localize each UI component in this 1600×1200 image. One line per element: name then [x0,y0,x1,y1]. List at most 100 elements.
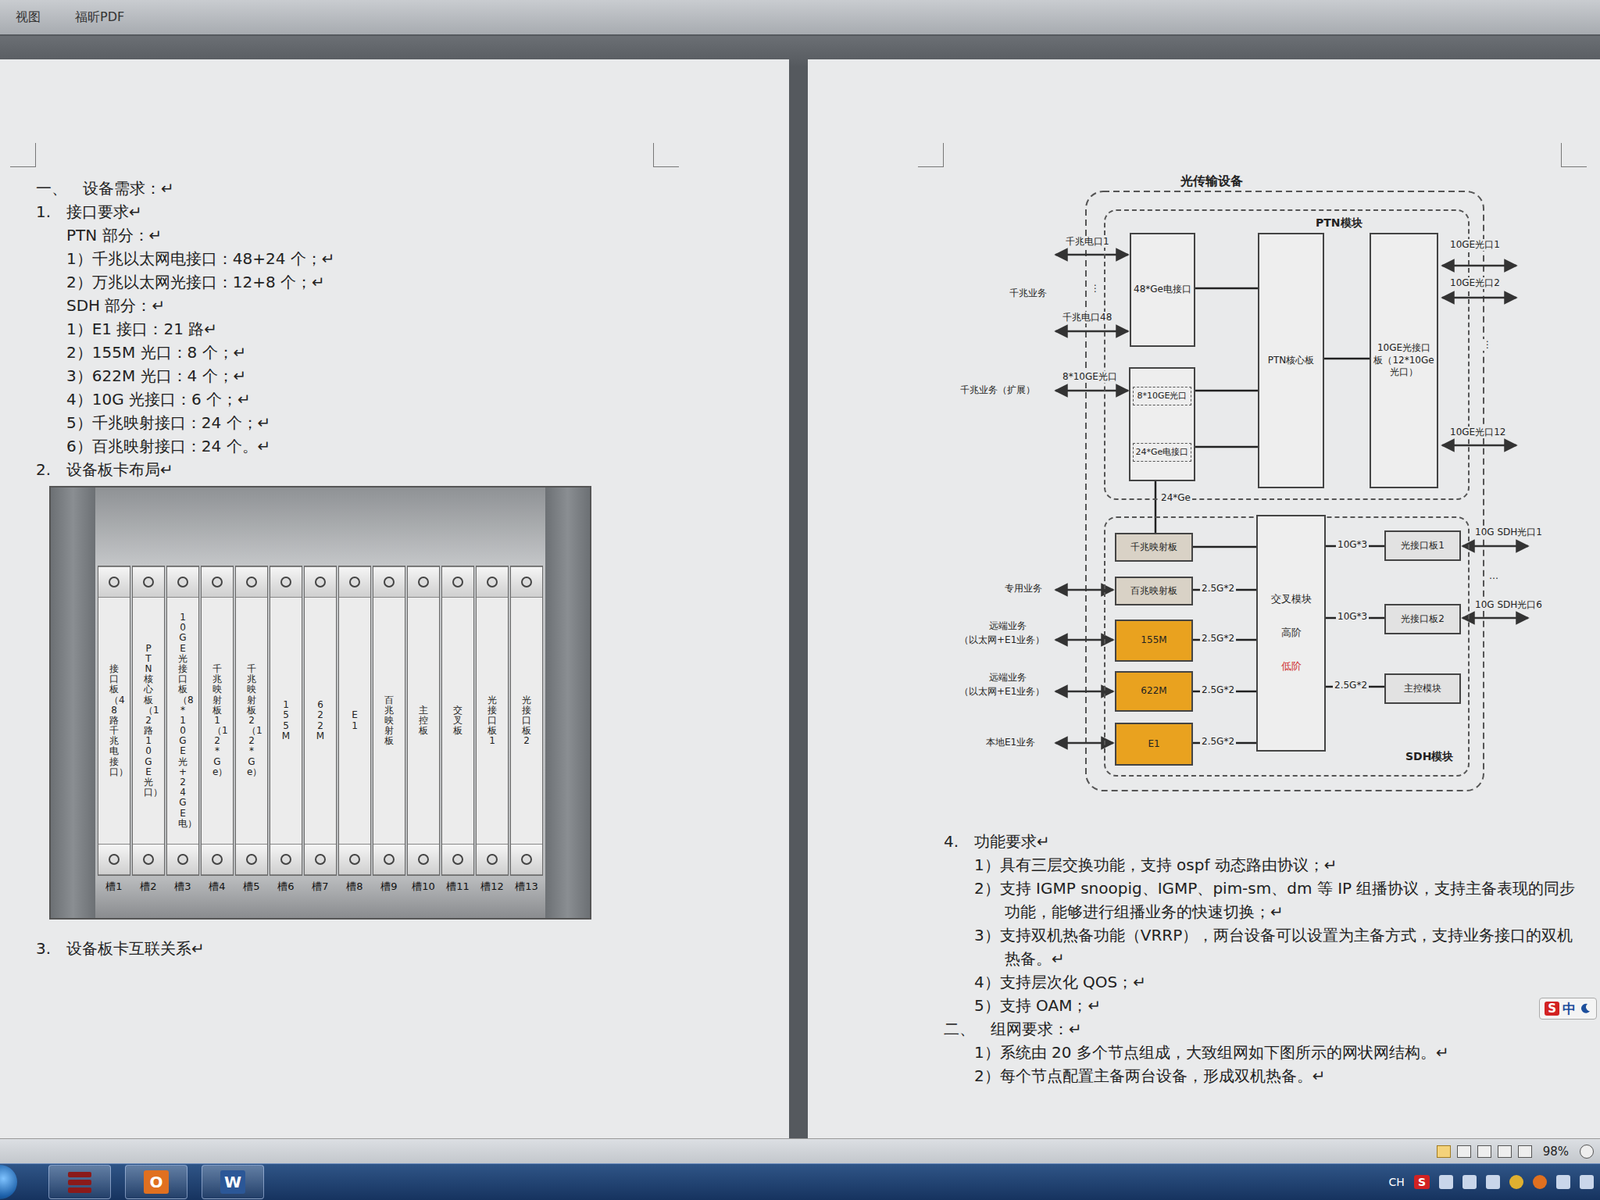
slot-card: 接口板（48路千兆电接口） [97,565,131,876]
draft-view-icon[interactable] [1517,1145,1533,1158]
reading-view-icon[interactable] [1457,1145,1472,1158]
zoom-out-icon[interactable] [1579,1144,1594,1159]
start-icon[interactable] [0,1164,18,1200]
slot: 155M 槽6 [268,565,304,898]
paragraph[interactable]: 4）支持层次化 QOS；↵ [943,970,1577,994]
network-icon[interactable] [1462,1175,1477,1190]
paragraph[interactable]: 二、 组网要求：↵ [943,1017,1577,1041]
system-tray: CH S [1389,1175,1600,1190]
diagram-links [948,173,1550,799]
volume-icon[interactable] [1556,1175,1571,1190]
status-bar: 98% [0,1138,1600,1164]
diagram-label: 8*10GE光口 [1060,371,1119,383]
card-handle [476,843,508,875]
app-tray-icon[interactable] [1532,1175,1547,1190]
tray-badge[interactable]: S [1414,1175,1430,1190]
slot: 千兆映射板1（12*Ge） 槽4 [200,565,235,898]
paragraph[interactable]: 1）系统由 20 多个节点组成，大致组网如下图所示的网状网结构。↵ [943,1040,1577,1065]
slot: 交叉板 槽11 [440,565,475,898]
slot-number: 槽5 [242,875,260,898]
paragraph[interactable]: 3. 设备板卡互联关系↵ [35,936,790,961]
paragraph[interactable]: 2）万兆以太网光接口：12+8 个；↵ [66,270,790,294]
paragraph[interactable]: 5）千兆映射接口：24 个；↵ [66,410,790,435]
zoom-level[interactable]: 98% [1542,1144,1569,1159]
diagram-label: … [1487,570,1500,583]
tray-text[interactable]: CH [1389,1175,1405,1189]
paragraph[interactable]: 6）百兆映射接口：24 个。↵ [66,434,790,458]
paragraph[interactable]: 1）具有三层交换功能，支持 ospf 动态路由协议；↵ [943,853,1577,877]
ime-mode[interactable]: 中 [1562,1000,1576,1018]
paragraph[interactable]: 4. 功能要求↵ [943,829,1577,854]
paragraph[interactable]: 一、 设备需求：↵ [35,176,790,200]
diagram-label: 2.5G*2 [1200,735,1236,748]
moon-icon[interactable] [1578,1002,1592,1015]
paragraph[interactable]: 5）支持 OAM；↵ [943,993,1577,1018]
paragraph[interactable]: 2）每个节点配置主备两台设备，形成双机热备。↵ [943,1064,1577,1088]
screw-icon [314,853,326,865]
card-handle [407,566,440,598]
outline-view-icon[interactable] [1497,1145,1512,1158]
screw-icon [280,853,292,865]
diagram-label: （以太网+E1业务） [957,685,1047,698]
diagram-label: 2.5G*2 [1332,679,1369,692]
paragraph[interactable]: 2）155M 光口：8 个；↵ [66,340,790,365]
diagram-label: 2.5G*2 [1200,684,1236,697]
paragraph[interactable]: 4）10G 光接口：6 个；↵ [66,387,790,411]
ime-toolbar[interactable]: S 中 [1539,997,1597,1020]
taskbar-app[interactable] [48,1164,111,1200]
diagram-title: 光传输设备 [1180,173,1243,190]
slot-card: 光接口板1 [475,565,509,876]
menu-bar: 视图 福昕PDF [0,0,1600,36]
slot-number: 槽9 [380,875,397,898]
app-tray-icon[interactable] [1509,1175,1524,1190]
card-handle [339,843,371,875]
paragraph[interactable]: 1）千兆以太网电接口：48+24 个；↵ [66,246,790,271]
web-view-icon[interactable] [1477,1145,1492,1158]
menu-item[interactable]: 视图 [15,9,41,26]
paragraph[interactable]: 3）支持双机热备功能（VRRP），两台设备可以设置为主备方式，支持业务接口的双机… [943,923,1577,971]
print-layout-icon[interactable] [1436,1145,1451,1158]
slot-label: E1 [350,710,360,731]
slot-number: 槽12 [480,875,504,898]
paragraph[interactable]: 1. 接口要求↵ [35,200,790,224]
screw-icon [521,853,533,865]
card-handle [235,843,268,875]
card-handle [407,843,440,875]
view-buttons [1436,1145,1533,1158]
paragraph[interactable]: 2）支持 IGMP snoopig、IGMP、pim-sm、dm 等 IP 组播… [943,876,1577,924]
card-handle [339,566,371,598]
paragraph[interactable]: 3）622M 光口：4 个；↵ [66,364,790,388]
slot-number: 槽11 [446,875,470,898]
card-handle [98,566,130,598]
screw-icon [314,576,326,588]
slot: 光接口板2 槽13 [509,565,544,898]
slot: 千兆映射板2（12*Ge） 槽5 [234,565,269,898]
flag-icon[interactable] [1579,1175,1594,1190]
taskbar-app[interactable]: O [125,1164,188,1200]
card-handle [201,566,233,598]
screw-icon [142,576,154,588]
paragraph[interactable]: SDH 部分：↵ [66,293,790,318]
slot-label: 10GE光接口板（8*10GE光+24GE电） [178,612,188,829]
paragraph[interactable]: 2. 设备板卡布局↵ [35,457,790,482]
board: 622M [1114,671,1193,712]
link-line [1195,389,1258,393]
menu-item[interactable]: 福昕PDF [75,9,125,26]
module-label: SDH模块 [1405,750,1454,765]
taskbar-app[interactable]: W [201,1164,265,1200]
slot: PTN核心板（12路10GE光口） 槽2 [131,565,166,898]
help-icon[interactable] [1439,1175,1454,1190]
taskbar: OW CH S [0,1163,1600,1200]
link-line [1324,357,1370,361]
page-text[interactable]: 4. 功能要求↵1）具有三层交换功能，支持 ospf 动态路由协议；↵2）支持 … [807,798,1600,1088]
printer-icon[interactable] [1485,1175,1500,1190]
double-arrow [1462,545,1529,548]
card-handle [510,566,543,598]
paragraph[interactable]: 1）E1 接口：21 路↵ [66,317,790,341]
page-text[interactable]: 一、 设备需求：↵1. 接口要求↵PTN 部分：↵1）千兆以太网电接口：48+2… [0,59,790,961]
screw-icon [417,853,429,865]
paragraph[interactable]: PTN 部分：↵ [66,223,790,247]
diagram-label: 10GE光口2 [1448,277,1502,290]
module-label: PTN模块 [1315,216,1363,231]
card-handle [167,843,199,875]
